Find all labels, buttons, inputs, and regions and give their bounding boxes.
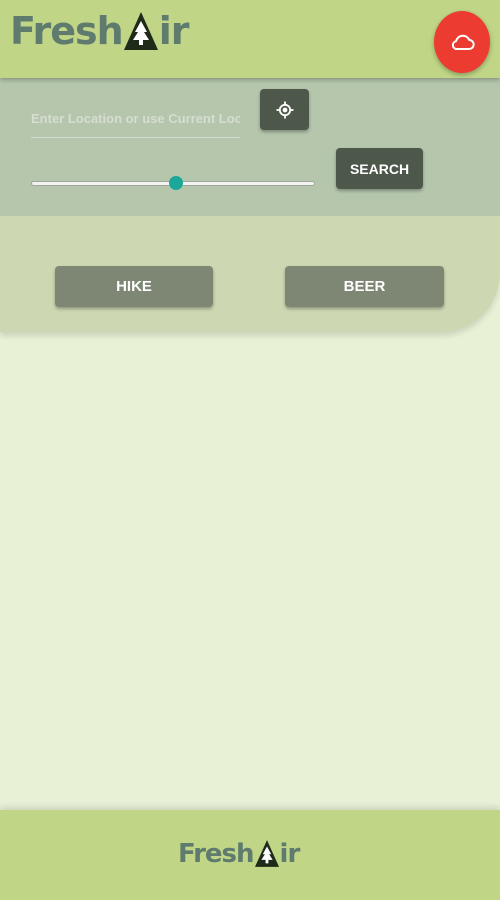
logo-text-fresh: Fresh xyxy=(10,9,124,53)
cloud-icon xyxy=(451,34,475,50)
pine-tree-a-icon xyxy=(123,12,158,50)
search-panel: SEARCH xyxy=(0,78,500,216)
hike-button[interactable]: HIKE xyxy=(55,266,213,307)
slider-thumb[interactable] xyxy=(168,176,183,190)
location-input[interactable] xyxy=(31,100,240,138)
gps-locate-icon xyxy=(276,101,293,118)
pine-tree-a-icon xyxy=(254,840,279,867)
category-bar: HIKE BEER xyxy=(0,216,500,332)
footer-logo: Fresh ir xyxy=(178,839,301,869)
beer-button[interactable]: BEER xyxy=(285,266,444,307)
app-footer: Fresh ir xyxy=(0,810,500,900)
logo-text-ir: ir xyxy=(158,9,190,53)
results-area xyxy=(0,332,500,810)
footer-logo-text-ir: ir xyxy=(279,839,301,869)
app-header: Fresh ir xyxy=(0,0,500,78)
app-logo: Fresh ir xyxy=(10,9,190,53)
current-location-button[interactable] xyxy=(260,89,309,130)
radius-slider[interactable] xyxy=(31,176,315,191)
footer-logo-text-fresh: Fresh xyxy=(178,839,255,869)
search-button[interactable]: SEARCH xyxy=(336,148,423,189)
cloud-button[interactable] xyxy=(434,11,490,73)
